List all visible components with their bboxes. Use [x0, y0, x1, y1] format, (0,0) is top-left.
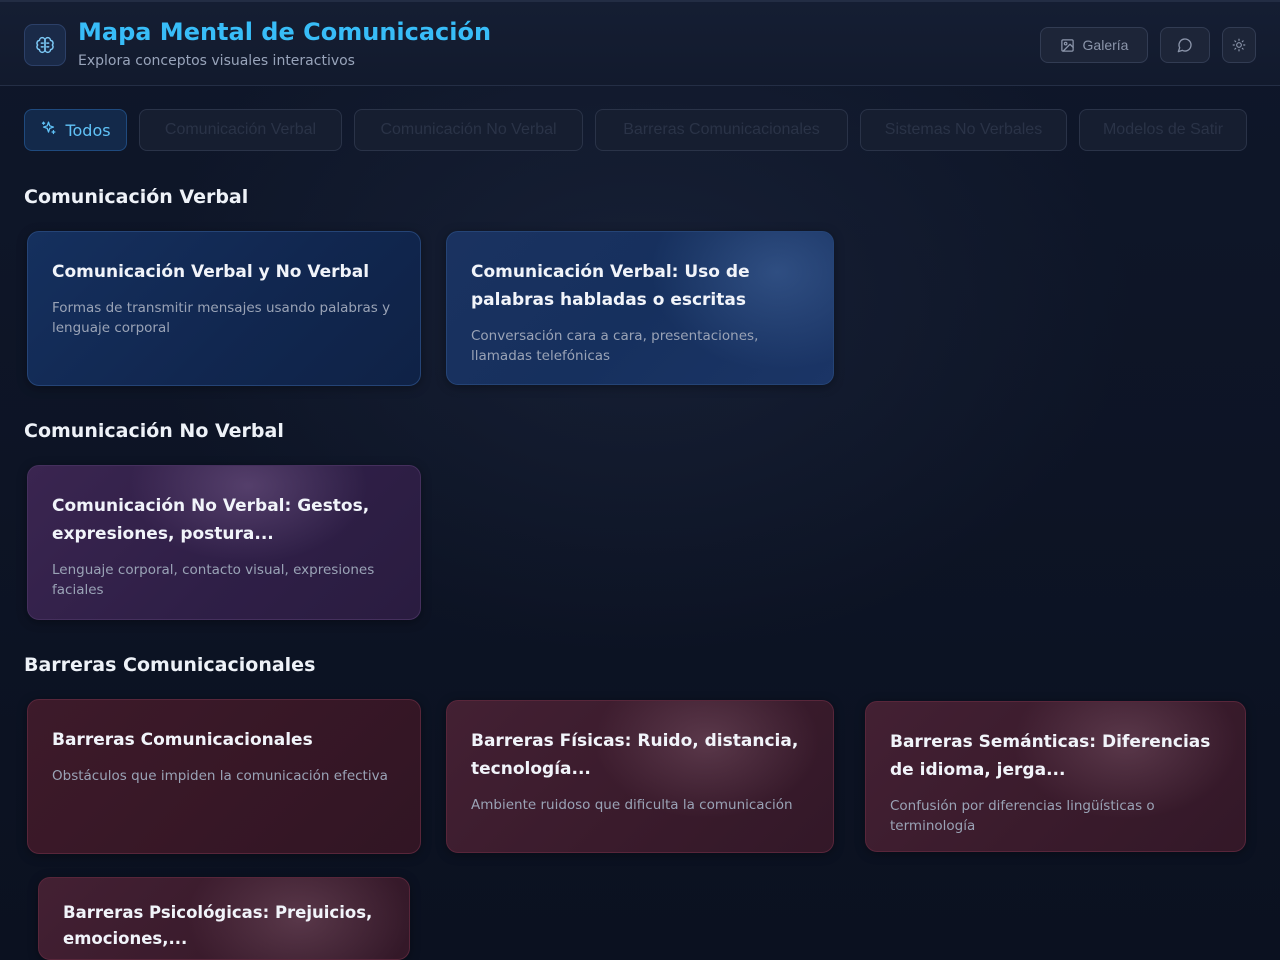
filter-tab-label: Todos — [65, 120, 111, 140]
brain-icon — [24, 24, 66, 66]
filter-tab-barreras[interactable]: Barreras Comunicacionales — [595, 109, 848, 151]
card-title: Comunicación Verbal y No Verbal — [52, 262, 370, 282]
card-description: Formas de transmitir mensajes usando pal… — [52, 300, 391, 336]
card-title: Barreras Comunicacionales — [52, 730, 313, 750]
gallery-label: Galería — [1082, 37, 1129, 53]
app-subtitle: Explora conceptos visuales interactivos — [78, 53, 355, 69]
section-title-no-verbal: Comunicación No Verbal — [24, 420, 284, 442]
filter-tab-comunicacion-verbal[interactable]: Comunicación Verbal — [139, 109, 342, 151]
filter-tab-comunicacion-no-verbal[interactable]: Comunicación No Verbal — [354, 109, 583, 151]
card-title: Barreras Físicas: Ruido, distancia, tecn… — [471, 731, 799, 779]
card-description: Obstáculos que impiden la comunicación e… — [52, 768, 388, 784]
filter-tab-label: Barreras Comunicacionales — [623, 121, 820, 138]
concept-card[interactable]: Barreras Psicológicas: Prejuicios, emoci… — [38, 877, 410, 960]
concept-card[interactable]: Barreras Comunicacionales Obstáculos que… — [27, 699, 421, 854]
theme-toggle-button[interactable] — [1222, 27, 1256, 63]
filter-tab-label: Comunicación Verbal — [164, 121, 317, 138]
chat-button[interactable] — [1160, 27, 1210, 63]
concept-card[interactable]: Comunicación No Verbal: Gestos, expresio… — [27, 465, 421, 620]
filter-tab-todos[interactable]: Todos — [24, 109, 127, 151]
card-description: Conversación cara a cara, presentaciones… — [471, 328, 759, 364]
concept-card[interactable]: Barreras Físicas: Ruido, distancia, tecn… — [446, 700, 834, 853]
concept-card[interactable]: Comunicación Verbal: Uso de palabras hab… — [446, 231, 834, 385]
app-title: Mapa Mental de Comunicación — [78, 18, 492, 46]
card-title: Comunicación No Verbal: Gestos, expresio… — [52, 496, 370, 544]
section-title-verbal: Comunicación Verbal — [24, 186, 249, 208]
section-title-barreras: Barreras Comunicacionales — [24, 654, 316, 676]
gallery-button[interactable]: Galería — [1040, 27, 1148, 63]
card-description: Lenguaje corporal, contacto visual, expr… — [52, 562, 375, 598]
card-title: Comunicación Verbal: Uso de palabras hab… — [471, 262, 750, 310]
sparkles-icon — [40, 120, 57, 141]
card-title: Barreras Psicológicas: Prejuicios, emoci… — [63, 903, 373, 948]
filter-tab-modelos-satir[interactable]: Modelos de Satir — [1079, 109, 1247, 151]
concept-card[interactable]: Barreras Semánticas: Diferencias de idio… — [865, 701, 1246, 852]
concept-card[interactable]: Comunicación Verbal y No Verbal Formas d… — [27, 231, 421, 386]
card-title: Barreras Semánticas: Diferencias de idio… — [890, 732, 1211, 780]
filter-tab-label: Comunicación No Verbal — [380, 121, 557, 138]
image-icon — [1060, 38, 1075, 53]
filter-tab-label: Sistemas No Verbales — [884, 121, 1043, 138]
sun-icon — [1232, 38, 1246, 52]
app-header: Mapa Mental de Comunicación Explora conc… — [0, 0, 1280, 86]
card-description: Ambiente ruidoso que dificulta la comuni… — [471, 797, 793, 813]
filter-tab-label: Modelos de Satir — [1102, 121, 1224, 138]
card-description: Confusión por diferencias lingüísticas o… — [890, 798, 1155, 834]
filter-tab-sistemas-no-verbales[interactable]: Sistemas No Verbales — [860, 109, 1067, 151]
chat-bubble-icon — [1177, 37, 1193, 53]
